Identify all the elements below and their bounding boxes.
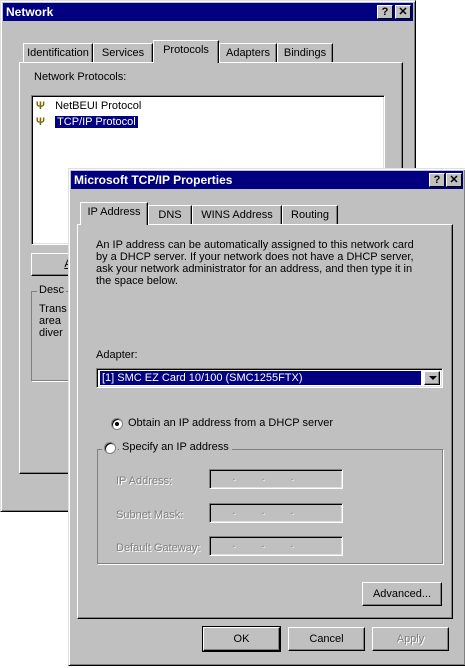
ip-dots: ... — [232, 471, 320, 483]
ip-description: An IP address can be automatically assig… — [96, 239, 414, 287]
description-text-1: Trans — [39, 303, 67, 315]
tab-wins-address[interactable]: WINS Address — [192, 205, 282, 225]
tab-identification[interactable]: Identification — [23, 43, 93, 63]
tab-ip-address[interactable]: IP Address — [80, 202, 148, 225]
obtain-ip-label[interactable]: Obtain an IP address from a DHCP server — [128, 417, 333, 429]
network-protocol-icon: Ψ — [36, 100, 45, 112]
apply-button: Apply — [372, 627, 449, 651]
network-protocols-label: Network Protocols: — [34, 71, 127, 83]
dropdown-button[interactable] — [424, 371, 440, 385]
tab-bindings[interactable]: Bindings — [277, 43, 333, 63]
network-titlebar: Network ? ✕ — [3, 3, 413, 21]
adapter-select[interactable]: [1] SMC EZ Card 10/100 (SMC1255FTX) — [96, 368, 443, 388]
help-button[interactable]: ? — [429, 173, 445, 187]
list-item-tcpip[interactable]: Ψ TCP/IP Protocol — [36, 115, 138, 129]
ip-address-label: IP Address: — [116, 475, 173, 487]
cancel-button[interactable]: Cancel — [288, 627, 365, 651]
list-item-netbeui[interactable]: Ψ NetBEUI Protocol — [36, 99, 141, 113]
network-title: Network — [6, 5, 54, 19]
description-text-3: diver — [39, 327, 63, 339]
specify-ip-label[interactable]: Specify an IP address — [119, 441, 232, 453]
ip-dots: ... — [232, 538, 320, 550]
tcpip-titlebar: Microsoft TCP/IP Properties ? ✕ — [71, 171, 463, 189]
protocol-label-selected: TCP/IP Protocol — [55, 116, 138, 128]
default-gateway-label: Default Gateway: — [116, 542, 201, 554]
close-button[interactable]: ✕ — [395, 5, 411, 19]
ip-address-field[interactable]: ... — [209, 469, 343, 489]
tcpip-title: Microsoft TCP/IP Properties — [74, 173, 233, 187]
tab-adapters[interactable]: Adapters — [219, 43, 277, 63]
ok-button[interactable]: OK — [203, 627, 280, 651]
description-group-label: Desc — [37, 284, 67, 296]
tab-services[interactable]: Services — [93, 43, 153, 63]
protocol-label: NetBEUI Protocol — [55, 100, 142, 112]
tab-routing[interactable]: Routing — [282, 205, 338, 225]
obtain-ip-radio[interactable] — [111, 418, 123, 430]
radio-selected-dot — [115, 422, 119, 426]
tcpip-properties-window: Microsoft TCP/IP Properties ? ✕ IP Addre… — [68, 168, 465, 666]
specify-ip-radio[interactable] — [104, 442, 116, 454]
subnet-mask-label: Subnet Mask: — [116, 509, 184, 521]
tab-protocols[interactable]: Protocols — [153, 40, 219, 63]
advanced-button[interactable]: Advanced... — [362, 582, 442, 606]
close-button[interactable]: ✕ — [446, 173, 462, 187]
tab-dns[interactable]: DNS — [148, 205, 192, 225]
network-protocol-icon: Ψ — [36, 116, 45, 128]
default-gateway-field[interactable]: ... — [209, 536, 343, 556]
ip-dots: ... — [232, 505, 320, 517]
description-text-2: area — [39, 315, 62, 327]
chevron-down-icon — [429, 376, 437, 380]
subnet-mask-field[interactable]: ... — [209, 503, 343, 523]
help-button[interactable]: ? — [377, 5, 393, 19]
adapter-label: Adapter: — [96, 349, 138, 361]
adapter-selected-value: [1] SMC EZ Card 10/100 (SMC1255FTX) — [100, 371, 421, 385]
